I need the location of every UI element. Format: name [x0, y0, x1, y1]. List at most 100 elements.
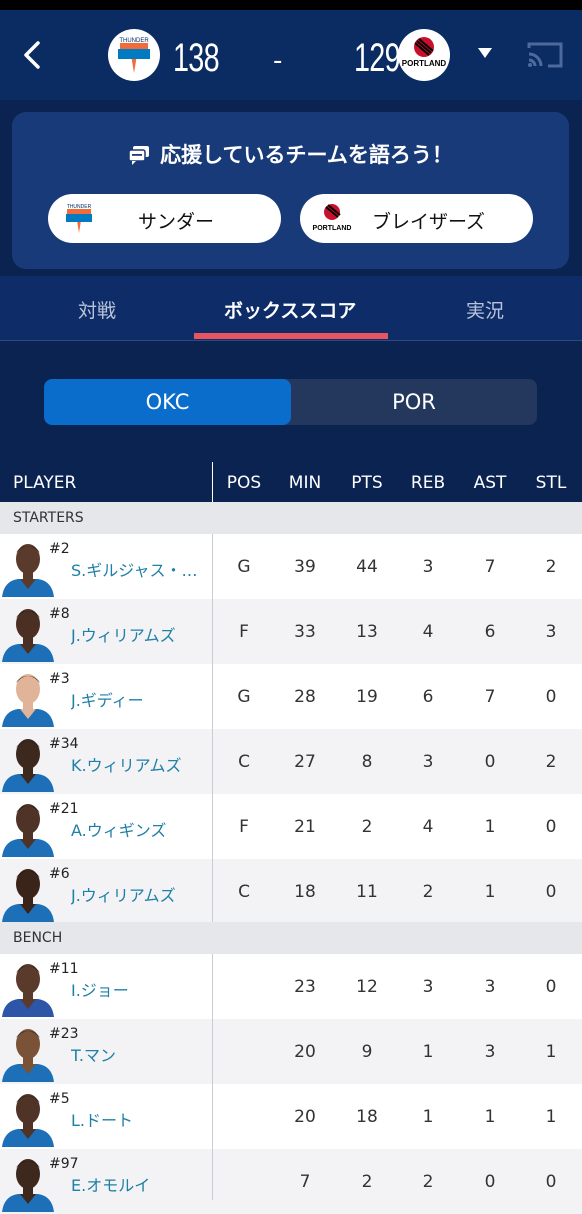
player-headshot	[2, 674, 54, 727]
stat-reb: 3	[422, 752, 434, 772]
stat-stl: 0	[545, 977, 557, 997]
header-divider	[212, 462, 213, 502]
player-headshot	[2, 609, 54, 662]
table-row[interactable]: #6 J.ウィリアムズ C 18 11 2 1 0	[0, 859, 582, 924]
section-bench: BENCH	[0, 922, 582, 954]
stat-ast: 1	[484, 1107, 496, 1127]
tab-matchup[interactable]: 対戦	[78, 296, 116, 323]
table-row[interactable]: #11 I.ジョー 23 12 3 3 0	[0, 954, 582, 1019]
player-name-link[interactable]: J.ウィリアムズ	[71, 622, 199, 646]
table-row[interactable]: #8 J.ウィリアムズ F 33 13 4 6 3	[0, 599, 582, 664]
cast-icon[interactable]	[526, 40, 564, 70]
player-headshot	[2, 1159, 54, 1212]
stat-pts: 2	[361, 817, 373, 837]
stat-pts: 44	[356, 557, 378, 577]
player-name-link[interactable]: I.ジョー	[71, 977, 199, 1001]
player-headshot	[2, 544, 54, 597]
table-row[interactable]: #3 J.ギディー G 28 19 6 7 0	[0, 664, 582, 729]
player-headshot	[2, 964, 54, 1017]
stat-pts: 12	[356, 977, 378, 997]
jersey-number: #8	[49, 606, 70, 622]
jersey-number: #6	[49, 866, 70, 882]
stat-ast: 7	[484, 687, 496, 707]
stat-pts: 19	[356, 687, 378, 707]
bench-divider	[212, 954, 213, 1200]
tab-box-score[interactable]: ボックススコア	[224, 296, 356, 323]
player-name-link[interactable]: T.マン	[71, 1042, 199, 1066]
stat-pos: G	[237, 557, 251, 577]
home-score: 138	[173, 36, 220, 80]
stat-pts: 9	[361, 1042, 373, 1062]
table-row[interactable]: #97 E.オモルイ 7 2 2 0 0	[0, 1149, 582, 1214]
score-header: THUNDER 138 - 129 PORTLAND	[0, 10, 582, 100]
player-name-link[interactable]: L.ドート	[71, 1107, 199, 1131]
stat-min: 20	[294, 1107, 316, 1127]
back-arrow-icon[interactable]	[18, 38, 48, 72]
toggle-okc[interactable]: OKC	[44, 379, 291, 425]
stat-stl: 0	[545, 882, 557, 902]
starters-divider	[212, 534, 213, 922]
player-name-link[interactable]: S.ギルジャス・…	[71, 557, 199, 581]
table-row[interactable]: #5 L.ドート 20 18 1 1 1	[0, 1084, 582, 1149]
jersey-number: #3	[49, 671, 70, 687]
blazers-logo-small: PORTLAND	[313, 204, 352, 232]
stat-stl: 3	[545, 622, 557, 642]
player-headshot	[2, 1094, 54, 1147]
stat-min: 28	[294, 687, 316, 707]
stat-pts: 8	[361, 752, 373, 772]
stat-stl: 1	[545, 1042, 557, 1062]
jersey-number: #2	[49, 541, 70, 557]
stat-stl: 2	[545, 752, 557, 772]
stat-stl: 0	[545, 687, 557, 707]
stat-reb: 6	[422, 687, 434, 707]
stat-reb: 3	[422, 977, 434, 997]
table-header: PLAYER POS MIN PTS REB AST STL	[0, 462, 582, 502]
blazers-logo: PORTLAND	[398, 29, 450, 81]
box-score-table: PLAYER POS MIN PTS REB AST STL STARTERS …	[0, 462, 582, 1214]
stat-ast: 3	[484, 977, 496, 997]
stat-ast: 7	[484, 557, 496, 577]
tab-play-by-play[interactable]: 実況	[466, 296, 504, 323]
stat-min: 21	[294, 817, 316, 837]
stat-min: 20	[294, 1042, 316, 1062]
toggle-por[interactable]: POR	[291, 379, 537, 425]
away-score: 129	[354, 36, 401, 80]
team-toggle: OKC POR	[44, 379, 537, 425]
stat-pts: 13	[356, 622, 378, 642]
stat-ast: 1	[484, 882, 496, 902]
stat-pts: 11	[356, 882, 378, 902]
stat-min: 7	[299, 1172, 311, 1192]
thunder-logo-small: THUNDER	[66, 204, 92, 233]
player-name-link[interactable]: A.ウィギンズ	[71, 817, 199, 841]
stat-pos: F	[239, 622, 249, 642]
stat-ast: 3	[484, 1042, 496, 1062]
table-row[interactable]: #23 T.マン 20 9 1 3 1	[0, 1019, 582, 1084]
col-min: MIN	[288, 473, 322, 493]
stat-reb: 2	[422, 882, 434, 902]
tab-bar: 対戦 ボックススコア 実況	[0, 276, 582, 341]
table-row[interactable]: #2 S.ギルジャス・… G 39 44 3 7 2	[0, 534, 582, 599]
cheer-thunder-label: サンダー	[138, 211, 215, 233]
svg-text:THUNDER: THUNDER	[67, 204, 92, 210]
jersey-number: #23	[49, 1026, 79, 1042]
cheer-blazers-button[interactable]: PORTLAND ブレイザーズ	[300, 194, 533, 243]
stat-pos: C	[238, 752, 250, 772]
stat-reb: 3	[422, 557, 434, 577]
stat-stl: 0	[545, 817, 557, 837]
game-dropdown-icon[interactable]	[478, 48, 492, 58]
stat-min: 39	[294, 557, 316, 577]
stat-ast: 6	[484, 622, 496, 642]
status-bar	[0, 0, 582, 10]
player-name-link[interactable]: J.ギディー	[71, 687, 199, 711]
stat-reb: 2	[422, 1172, 434, 1192]
player-name-link[interactable]: K.ウィリアムズ	[71, 752, 199, 776]
cheer-thunder-button[interactable]: THUNDER サンダー	[48, 194, 281, 243]
stat-pos: G	[237, 687, 251, 707]
table-row[interactable]: #21 A.ウィギンズ F 21 2 4 1 0	[0, 794, 582, 859]
stat-reb: 4	[422, 622, 434, 642]
table-row[interactable]: #34 K.ウィリアムズ C 27 8 3 0 2	[0, 729, 582, 794]
section-starters: STARTERS	[0, 502, 582, 534]
svg-text:PORTLAND: PORTLAND	[313, 225, 352, 232]
player-name-link[interactable]: E.オモルイ	[71, 1172, 199, 1196]
player-name-link[interactable]: J.ウィリアムズ	[71, 882, 199, 906]
